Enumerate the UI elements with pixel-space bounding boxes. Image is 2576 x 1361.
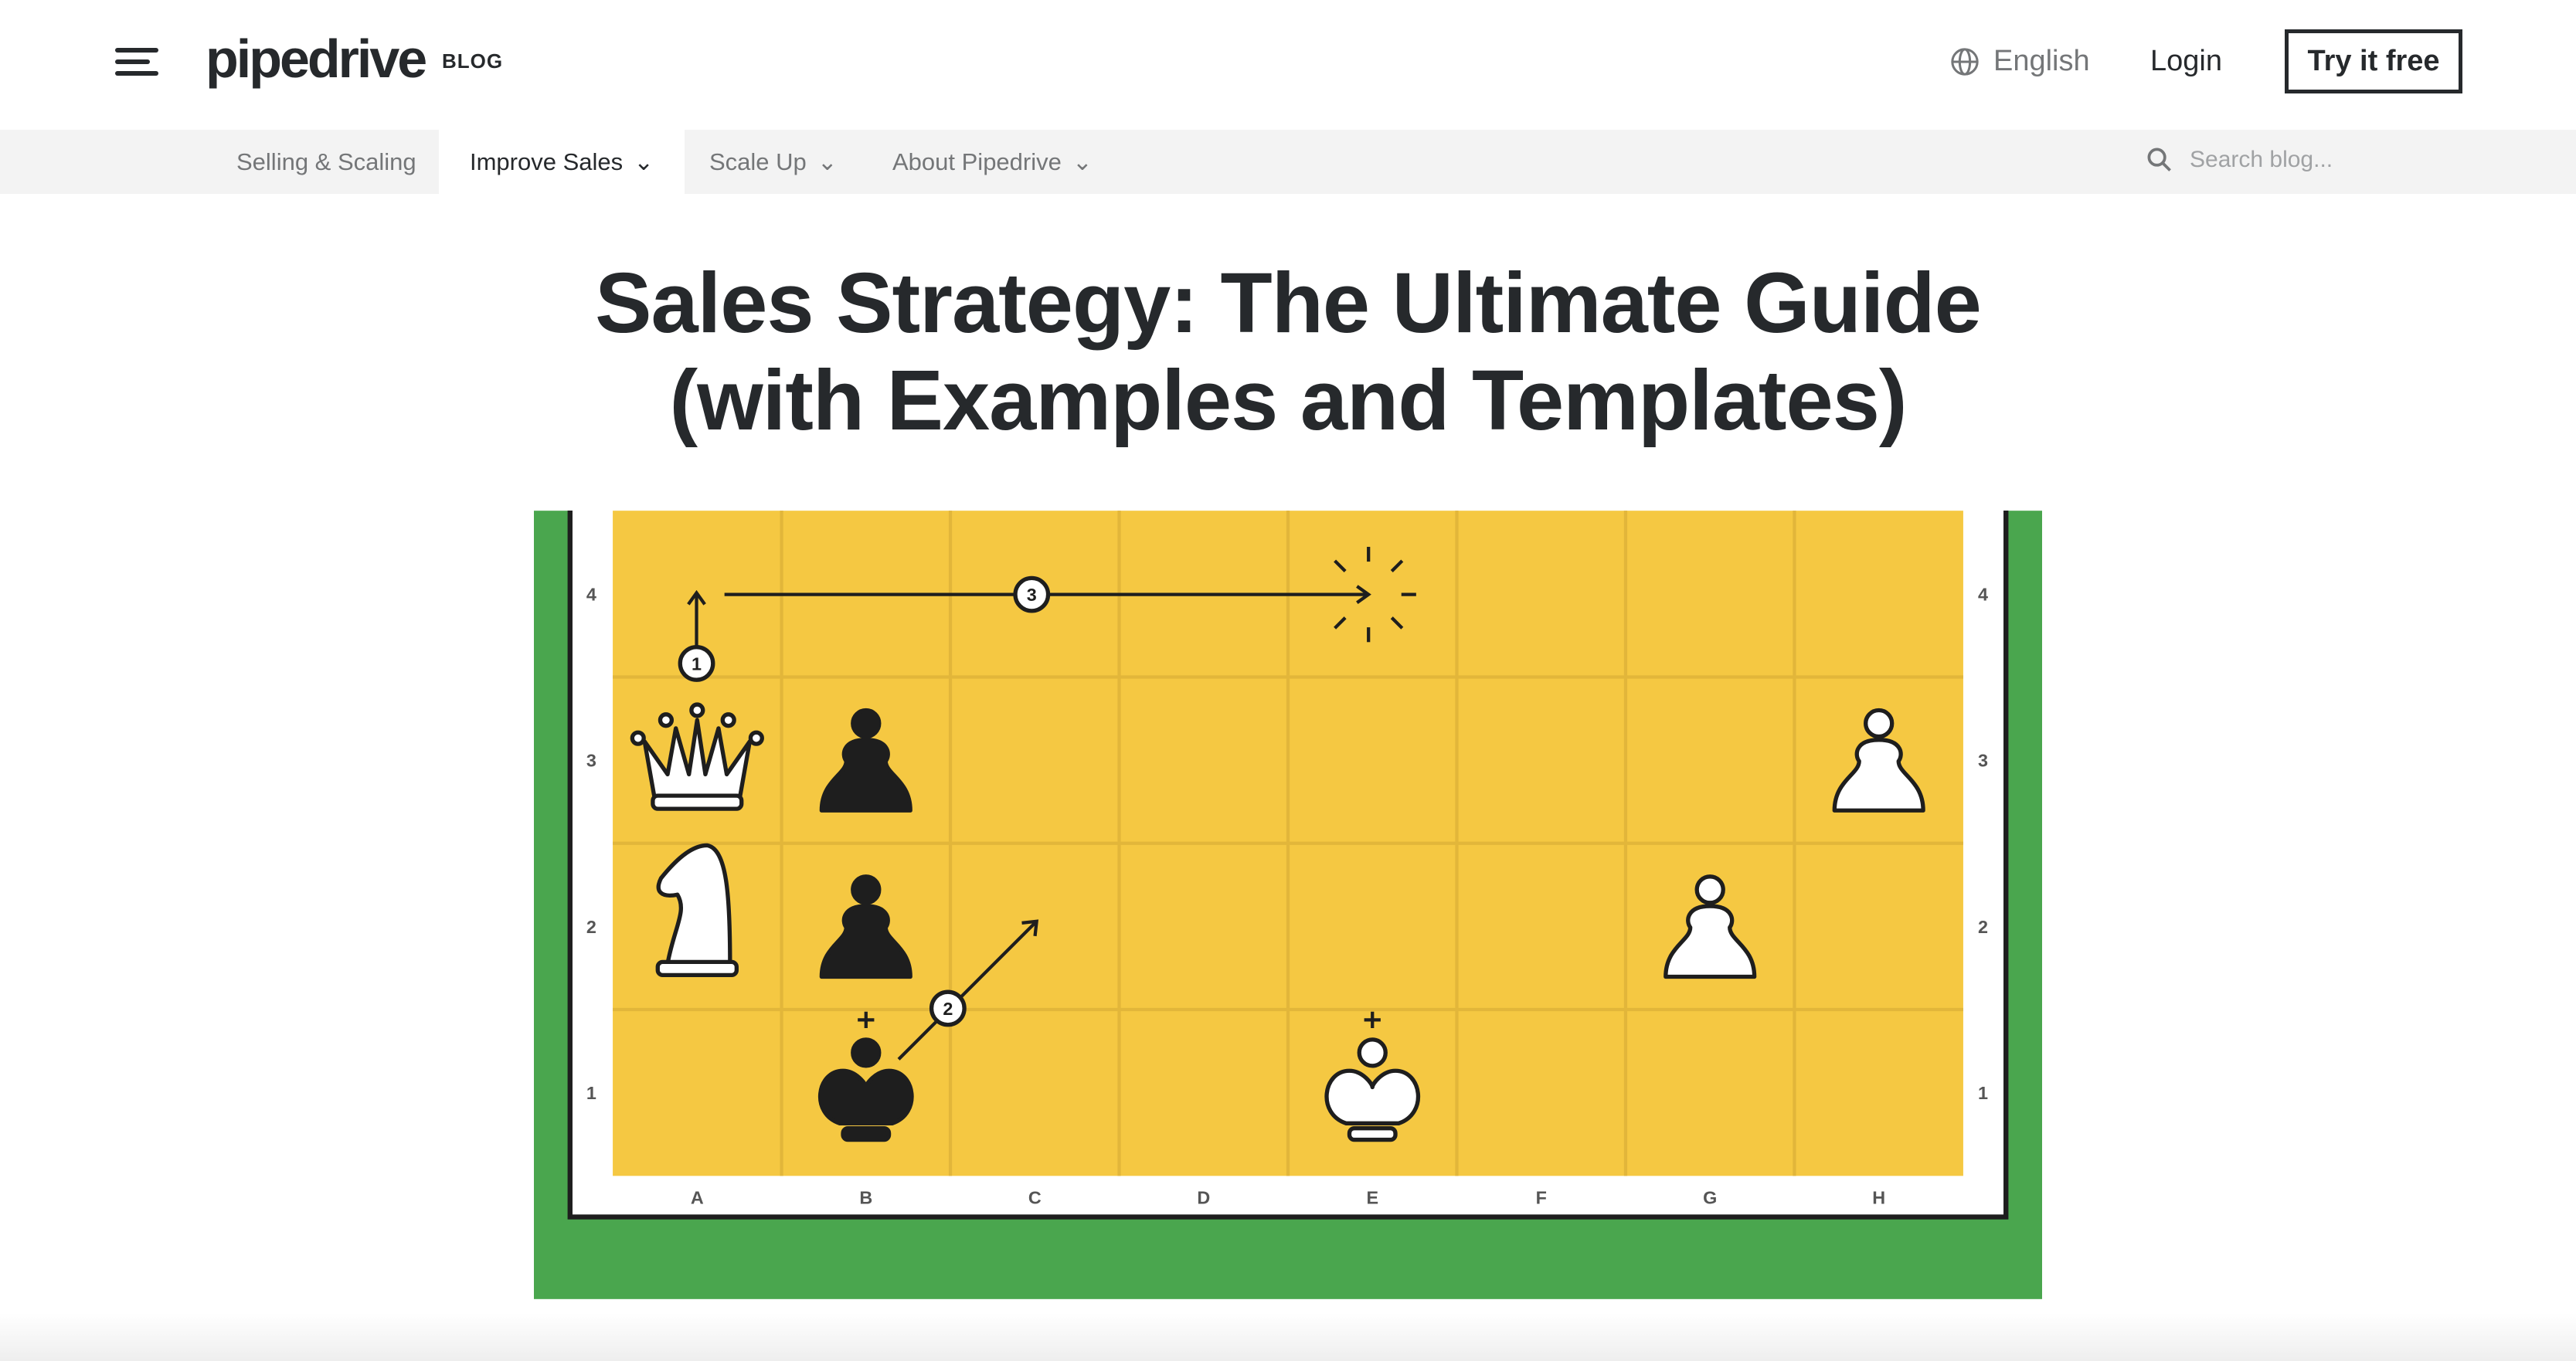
- language-selector[interactable]: English: [1950, 45, 2090, 78]
- file-label: G: [1703, 1187, 1717, 1207]
- king-head: [1357, 1037, 1388, 1068]
- login-link[interactable]: Login: [2150, 45, 2222, 78]
- rank-label: 2: [1978, 917, 1988, 937]
- file-label: F: [1536, 1187, 1547, 1207]
- nav-item-selling-scaling[interactable]: Selling & Scaling: [236, 130, 416, 194]
- file-label: B: [859, 1187, 872, 1207]
- title-line: Sales Strategy: The Ultimate Guide: [595, 256, 1982, 351]
- rank-label: 4: [1978, 584, 1988, 604]
- pawn-head: [1864, 708, 1895, 739]
- pawn-head: [1694, 874, 1725, 905]
- step-number: 1: [692, 653, 702, 674]
- try-it-free-button[interactable]: Try it free: [2285, 29, 2462, 93]
- rank-label: 3: [1978, 751, 1988, 771]
- king-head: [851, 1037, 882, 1068]
- file-label: E: [1366, 1187, 1378, 1207]
- nav-item-improve-sales[interactable]: Improve Sales ⌄: [439, 130, 685, 194]
- file-label: C: [1028, 1187, 1042, 1207]
- chevron-down-icon: ⌄: [817, 148, 838, 175]
- search-icon: [2147, 148, 2171, 171]
- file-label: D: [1197, 1187, 1210, 1207]
- nav-item-scale-up[interactable]: Scale Up ⌄: [709, 130, 838, 194]
- rank-label: 1: [1978, 1083, 1988, 1103]
- nav-item-label: Selling & Scaling: [236, 148, 416, 175]
- globe-icon: [1951, 47, 1979, 76]
- logo-suffix: BLOG: [442, 49, 504, 73]
- footer-shadow: [0, 1313, 2576, 1361]
- chevron-down-icon: ⌄: [1072, 148, 1093, 175]
- search-placeholder: Search blog...: [2190, 147, 2333, 172]
- rank-label: 4: [586, 584, 596, 604]
- nav-item-label: Scale Up: [709, 148, 807, 175]
- queen-base: [651, 793, 744, 811]
- rank-label: 2: [586, 917, 596, 937]
- hero-chessboard-illustration: A B C D E F G H 4 4 3 3 2 2 1 1 1 2 3: [534, 511, 2042, 1299]
- search-input[interactable]: Search blog...: [2146, 147, 2333, 173]
- nav-item-label: About Pipedrive: [892, 148, 1062, 175]
- queen-jewel: [658, 712, 675, 728]
- file-label: H: [1872, 1187, 1885, 1207]
- queen-jewel: [748, 730, 764, 746]
- rank-label: 1: [586, 1083, 596, 1103]
- rank-label: 3: [586, 751, 596, 771]
- menu-icon[interactable]: [115, 48, 158, 79]
- step-number: 2: [943, 999, 953, 1019]
- pawn-head: [851, 874, 882, 905]
- logo[interactable]: pipedrive: [206, 28, 427, 90]
- queen-jewel: [630, 730, 646, 746]
- title-line: (with Examples and Templates): [669, 353, 1907, 448]
- file-label: A: [691, 1187, 704, 1207]
- language-label: English: [1993, 45, 2090, 77]
- nav-item-about-pipedrive[interactable]: About Pipedrive ⌄: [892, 130, 1093, 194]
- page-title: Sales Strategy: The Ultimate Guide (with…: [0, 255, 2576, 450]
- king-base: [1347, 1126, 1398, 1142]
- nav-item-label: Improve Sales: [470, 148, 624, 175]
- pawn-head: [851, 708, 882, 739]
- king-base: [841, 1126, 892, 1142]
- queen-jewel: [720, 712, 736, 728]
- knight-base: [655, 959, 739, 978]
- queen-jewel: [689, 702, 705, 718]
- step-number: 3: [1027, 585, 1037, 605]
- chevron-down-icon: ⌄: [634, 148, 654, 175]
